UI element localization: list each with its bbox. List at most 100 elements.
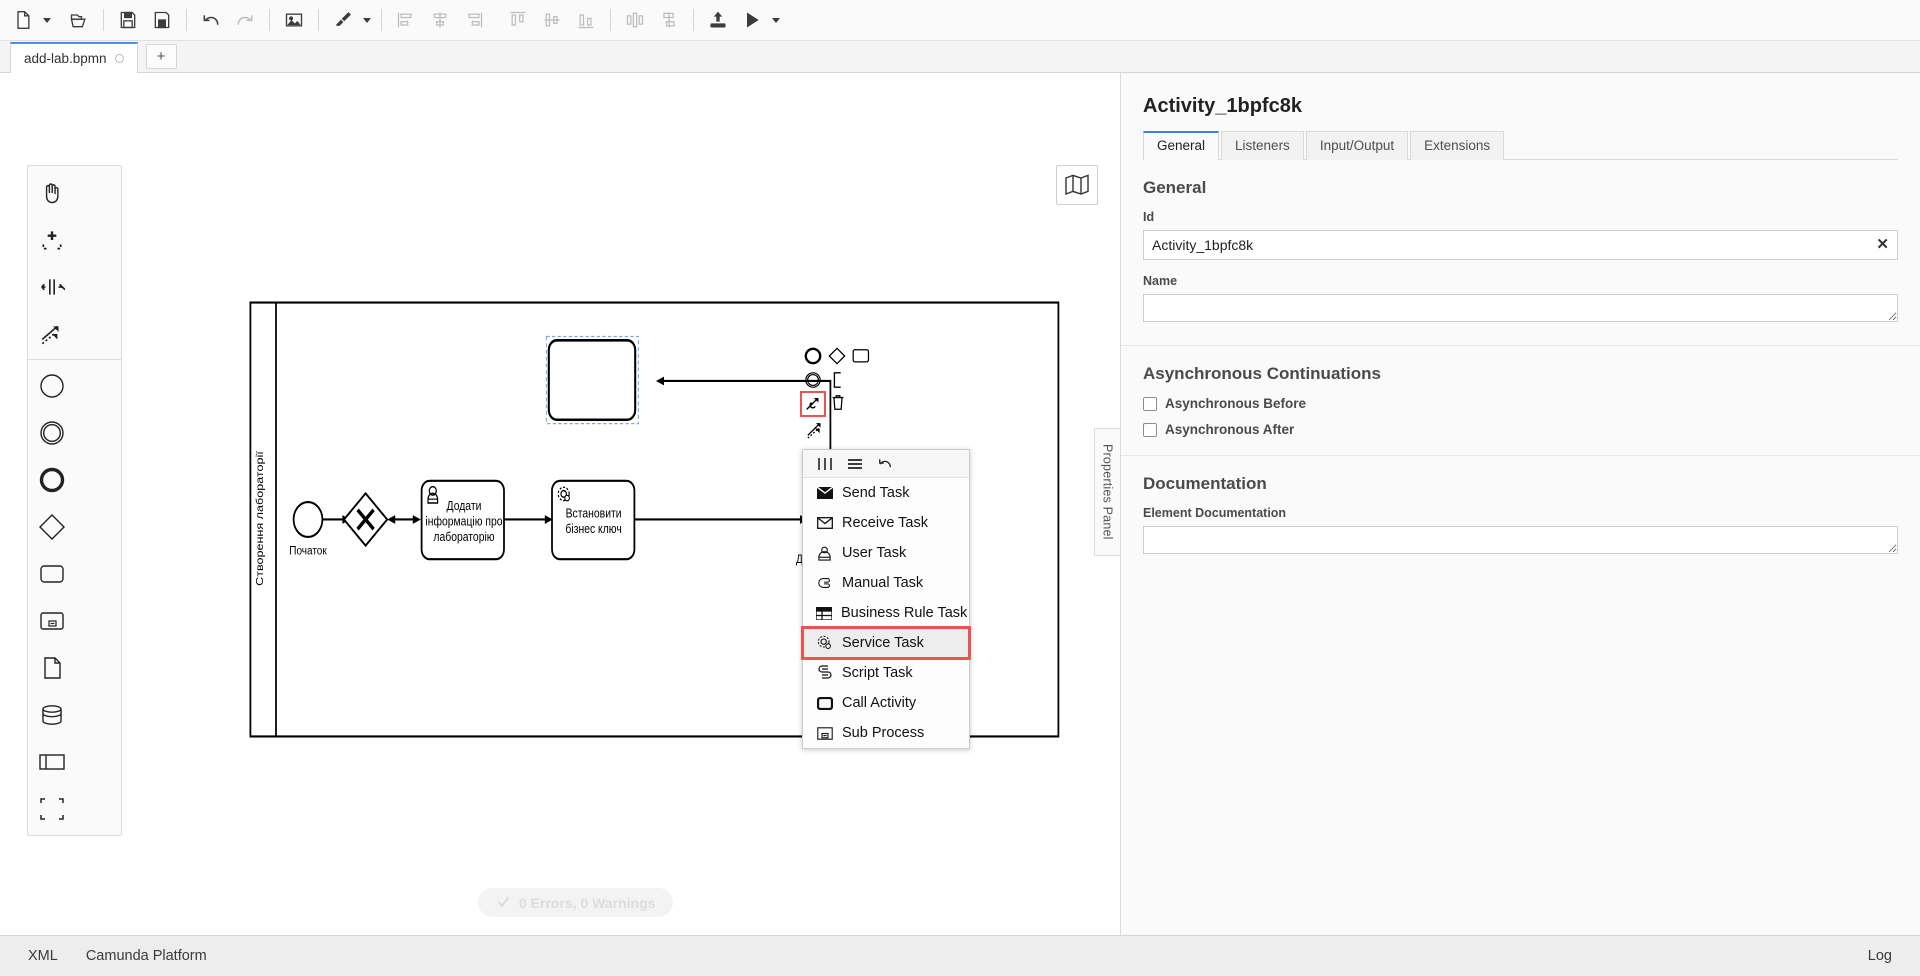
menu-item-user-task[interactable]: User Task	[803, 538, 969, 568]
receive-task-icon	[816, 515, 833, 532]
space-tool-icon[interactable]	[28, 263, 75, 310]
align-top-icon[interactable]	[501, 4, 535, 36]
data-store-icon[interactable]	[28, 691, 75, 738]
tab-add-lab-bpmn[interactable]: add-lab.bpmn	[10, 42, 138, 73]
brush-caret-icon[interactable]	[360, 4, 374, 36]
new-file-caret-icon[interactable]	[40, 4, 54, 36]
tab-extensions[interactable]: Extensions	[1410, 131, 1505, 160]
menu-item-send-task[interactable]: Send Task	[803, 478, 969, 508]
append-end-event-icon[interactable]	[804, 347, 822, 370]
divider	[1121, 345, 1920, 346]
async-after-checkbox[interactable]	[1143, 422, 1157, 437]
menu-item-label: Send Task	[842, 485, 910, 501]
menu-item-call-activity[interactable]: Call Activity	[803, 688, 969, 718]
undo-icon[interactable]	[194, 4, 228, 36]
toolbar-separator	[381, 9, 382, 31]
async-after-row[interactable]: Asynchronous After	[1143, 422, 1898, 437]
align-bottom-icon[interactable]	[569, 4, 603, 36]
lasso-tool-icon[interactable]	[28, 216, 75, 263]
business-rule-task-icon	[816, 605, 832, 622]
connect-icon[interactable]	[806, 419, 826, 444]
clear-icon[interactable]: ✕	[1876, 237, 1889, 252]
page-title: Activity_1bpfc8k	[1143, 95, 1302, 117]
name-field-wrap	[1143, 294, 1898, 327]
bpmn-canvas[interactable]: Створення лабораторії Початок Додати інф…	[0, 73, 1120, 935]
hand-tool-icon[interactable]	[28, 169, 75, 216]
loop-icon[interactable]	[877, 457, 893, 471]
section-async-continuations: Asynchronous Continuations	[1143, 364, 1381, 383]
properties-panel-handle-label: Properties Panel	[1100, 444, 1115, 540]
start-event-icon[interactable]	[28, 362, 75, 409]
menu-item-label: Receive Task	[842, 515, 928, 531]
open-file-icon[interactable]	[62, 4, 96, 36]
menu-item-manual-task[interactable]: Manual Task	[803, 568, 969, 598]
save-icon[interactable]	[111, 4, 145, 36]
new-file-icon[interactable]	[6, 4, 40, 36]
columns-icon[interactable]	[817, 457, 833, 471]
menu-item-label: Service Task	[842, 635, 924, 651]
menu-item-script-task[interactable]: Script Task	[803, 658, 969, 688]
menu-item-receive-task[interactable]: Receive Task	[803, 508, 969, 538]
align-right-icon[interactable]	[457, 4, 491, 36]
async-before-row[interactable]: Asynchronous Before	[1143, 396, 1898, 411]
group-icon[interactable]	[28, 785, 75, 832]
start-instance-icon[interactable]	[735, 4, 769, 36]
participant-icon[interactable]	[28, 738, 75, 785]
task-icon[interactable]	[28, 550, 75, 597]
global-connect-tool-icon[interactable]	[28, 310, 75, 357]
id-input[interactable]	[1143, 230, 1898, 260]
tab-general[interactable]: General	[1143, 131, 1220, 160]
name-input[interactable]	[1143, 294, 1898, 322]
menu-item-label: Call Activity	[842, 695, 917, 711]
status-bar: XML Camunda Platform Log	[0, 935, 1920, 976]
tab-input-output[interactable]: Input/Output	[1305, 131, 1409, 160]
align-middle-icon[interactable]	[535, 4, 569, 36]
brush-icon[interactable]	[326, 4, 360, 36]
toolbar-separator	[318, 9, 319, 31]
delete-icon[interactable]	[830, 393, 846, 416]
toolbar-separator	[693, 9, 694, 31]
save-as-icon[interactable]	[145, 4, 179, 36]
intermediate-event-icon[interactable]	[28, 409, 75, 456]
element-documentation-label: Element Documentation	[1143, 506, 1287, 520]
main-toolbar	[0, 0, 1920, 41]
properties-panel-handle[interactable]: Properties Panel	[1094, 428, 1120, 556]
export-image-icon[interactable]	[277, 4, 311, 36]
statusbar-log-button[interactable]: Log	[1854, 943, 1906, 969]
distribute-vertical-icon[interactable]	[652, 4, 686, 36]
element-documentation-input[interactable]	[1143, 526, 1898, 554]
check-icon	[496, 894, 511, 912]
toolbar-separator	[186, 9, 187, 31]
menu-item-sub-process[interactable]: Sub Process	[803, 718, 969, 748]
end-event-icon[interactable]	[28, 456, 75, 503]
app-root: add-lab.bpmn + Створення лабораторії Поч…	[0, 0, 1920, 976]
element-documentation-wrap	[1143, 526, 1898, 559]
unsaved-dot-icon	[114, 54, 124, 63]
statusbar-camunda-platform-button[interactable]: Camunda Platform	[72, 943, 221, 969]
subprocess-expanded-icon[interactable]	[28, 597, 75, 644]
menu-item-business-rule-task[interactable]: Business Rule Task	[803, 598, 969, 628]
async-before-checkbox[interactable]	[1143, 396, 1157, 411]
tab-listeners[interactable]: Listeners	[1221, 131, 1304, 160]
exclusive-gateway-icon[interactable]	[28, 503, 75, 550]
align-center-icon[interactable]	[423, 4, 457, 36]
align-left-icon[interactable]	[389, 4, 423, 36]
list-icon[interactable]	[847, 457, 863, 471]
toolbar-separator	[269, 9, 270, 31]
manual-task-icon	[816, 575, 833, 592]
menu-item-label: Script Task	[842, 665, 913, 681]
menu-item-service-task[interactable]: Service Task	[801, 626, 971, 660]
data-object-icon[interactable]	[28, 644, 75, 691]
new-tab-button[interactable]: +	[145, 44, 177, 69]
redo-icon[interactable]	[228, 4, 262, 36]
append-gateway-icon[interactable]	[828, 347, 846, 370]
deploy-icon[interactable]	[701, 4, 735, 36]
append-text-annotation-icon[interactable]	[830, 371, 846, 394]
start-instance-caret-icon[interactable]	[769, 4, 783, 36]
user-task-icon	[816, 545, 833, 562]
minimap-toggle-button[interactable]	[1056, 165, 1098, 205]
append-task-icon[interactable]	[852, 348, 870, 369]
change-type-icon[interactable]	[800, 391, 826, 417]
distribute-horizontal-icon[interactable]	[618, 4, 652, 36]
statusbar-xml-button[interactable]: XML	[14, 943, 72, 969]
